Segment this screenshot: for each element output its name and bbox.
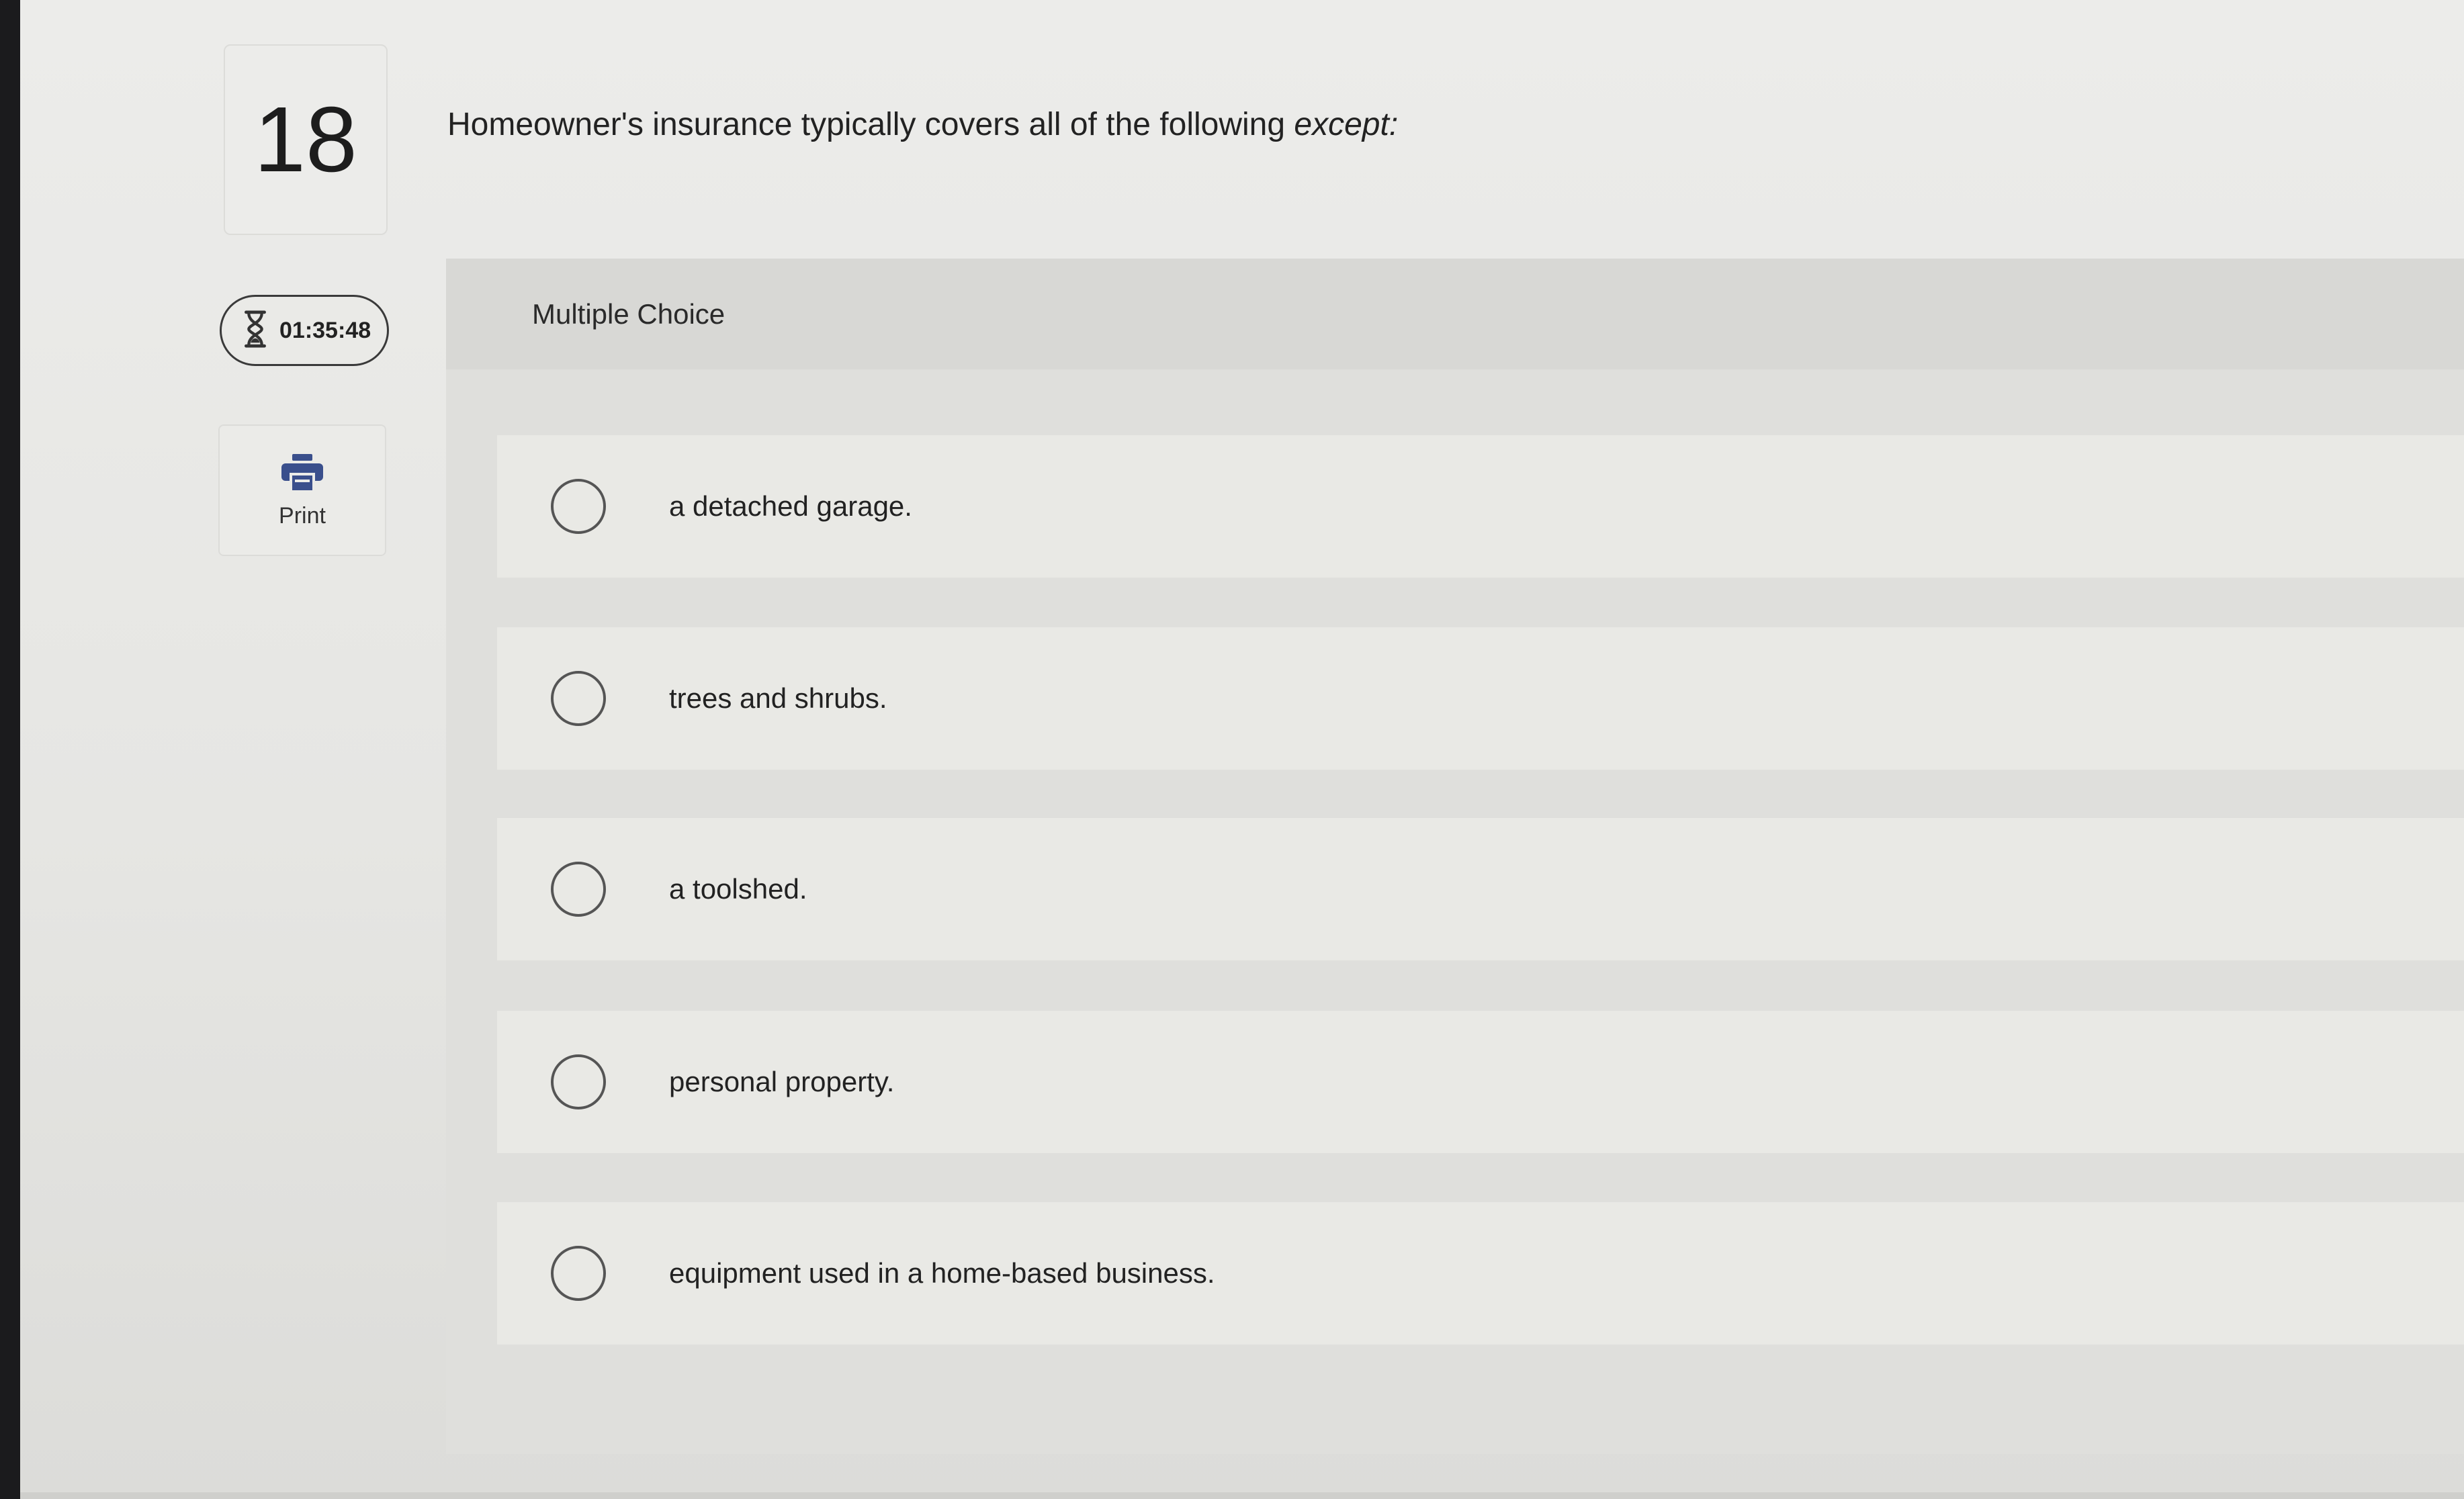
answer-option-text: equipment used in a home-based business.	[669, 1257, 1215, 1289]
answer-option[interactable]: personal property.	[497, 1011, 2464, 1153]
print-button[interactable]: Print	[218, 424, 386, 556]
answer-option-text: a detached garage.	[669, 490, 912, 522]
answer-option[interactable]: equipment used in a home-based business.	[497, 1202, 2464, 1345]
page-bottom-edge	[20, 1492, 2464, 1499]
answer-option-text: personal property.	[669, 1066, 895, 1097]
question-type-header	[446, 259, 2464, 369]
question-type-label: Multiple Choice	[532, 298, 725, 330]
answer-option[interactable]: a detached garage.	[497, 435, 2464, 578]
screen-bezel	[0, 0, 20, 1499]
question-number: 18	[254, 88, 357, 191]
answer-option-text: trees and shrubs.	[669, 682, 887, 714]
radio-button[interactable]	[551, 671, 606, 726]
question-prompt-text: Homeowner's insurance typically covers a…	[447, 107, 1294, 142]
answer-option[interactable]: a toolshed.	[497, 818, 2464, 960]
question-number-card: 18	[224, 44, 388, 235]
timer-pill[interactable]: 01:35:48	[220, 295, 389, 366]
question-prompt: Homeowner's insurance typically covers a…	[447, 106, 1398, 143]
timer-value: 01:35:48	[279, 317, 371, 343]
radio-button[interactable]	[551, 862, 606, 917]
answer-option[interactable]: trees and shrubs.	[497, 627, 2464, 770]
answer-option-text: a toolshed.	[669, 873, 807, 905]
question-prompt-emphasis: except:	[1294, 107, 1399, 142]
radio-button[interactable]	[551, 1054, 606, 1109]
radio-button[interactable]	[551, 479, 606, 534]
print-label: Print	[279, 503, 326, 529]
printer-icon	[280, 453, 324, 496]
radio-button[interactable]	[551, 1246, 606, 1301]
hourglass-icon	[242, 310, 269, 352]
